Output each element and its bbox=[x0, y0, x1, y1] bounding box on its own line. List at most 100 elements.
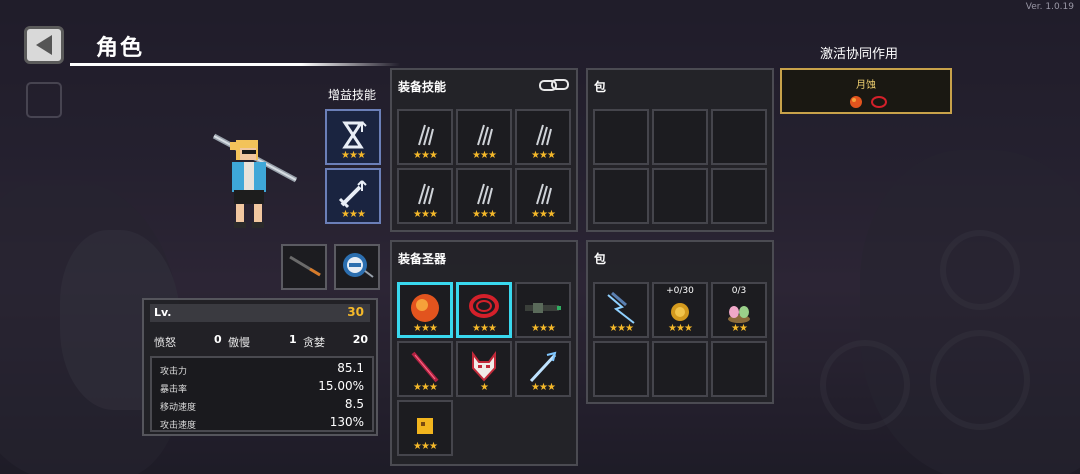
stars: ★ bbox=[480, 382, 489, 393]
page-title: 角色 bbox=[96, 36, 145, 61]
stars: ★★★ bbox=[413, 209, 438, 220]
version-label: Ver. 1.0.19 bbox=[1025, 2, 1074, 12]
equipped-relics-title: 装备圣器 bbox=[398, 252, 447, 266]
title-underline bbox=[70, 63, 400, 66]
back-button[interactable] bbox=[24, 26, 64, 64]
relic-bag-slot-5[interactable] bbox=[652, 341, 708, 397]
stars: ★★★ bbox=[472, 209, 497, 220]
relic-slot-2[interactable]: ★★★ bbox=[456, 282, 512, 338]
claw-slash-icon bbox=[536, 124, 552, 146]
spear-icon bbox=[289, 256, 321, 277]
weapon-slot-spear[interactable] bbox=[281, 244, 327, 290]
stats-panel: Lv. 30 愤怒 0 傲慢 1 贪婪 20 攻击力 85.1 暴击率 15.00%… bbox=[142, 298, 378, 436]
equipped-skill-slot-6[interactable]: ★★★ bbox=[515, 168, 571, 224]
stars: ★★★ bbox=[413, 150, 438, 161]
red-ring-icon bbox=[469, 293, 499, 318]
gold-cube-icon bbox=[417, 417, 433, 434]
stars: ★★★ bbox=[413, 323, 438, 334]
equipped-skill-slot-1[interactable]: ★★★ bbox=[397, 109, 453, 165]
sin-greed-value: 1 bbox=[289, 333, 297, 346]
equipped-skill-slot-5[interactable]: ★★★ bbox=[456, 168, 512, 224]
skill-bag-slot-2[interactable] bbox=[652, 109, 708, 165]
stars: ★★★ bbox=[413, 382, 438, 393]
weapon-slot-orb[interactable] bbox=[334, 244, 380, 290]
stat-value: 8.5 bbox=[344, 397, 364, 411]
dark-gun-icon bbox=[525, 302, 561, 313]
side-menu-icon[interactable] bbox=[26, 82, 62, 118]
stars: ★★★ bbox=[472, 150, 497, 161]
level-bar: Lv. 30 bbox=[150, 304, 370, 322]
sin-right-value: 20 bbox=[352, 333, 368, 346]
equipped-skill-slot-2[interactable]: ★★★ bbox=[456, 109, 512, 165]
equipped-skills-title: 装备技能 bbox=[398, 80, 447, 94]
claw-slash-icon bbox=[536, 183, 552, 205]
item-count: 0/3 bbox=[731, 286, 747, 296]
stat-value: 15.00% bbox=[318, 379, 364, 393]
stat-value: 85.1 bbox=[337, 361, 364, 375]
sin-pride-label: 傲慢 bbox=[228, 336, 250, 349]
equipped-skill-slot-4[interactable]: ★★★ bbox=[397, 168, 453, 224]
eggs-nest-icon bbox=[728, 306, 750, 324]
stat-label: 暴击率 bbox=[160, 385, 188, 395]
stat-row-crit: 暴击率 15.00% bbox=[160, 378, 364, 396]
gold-coin-icon bbox=[671, 303, 689, 322]
relic-bag-slot-6[interactable] bbox=[711, 341, 767, 397]
relic-bag-title: 包 bbox=[594, 252, 607, 266]
relic-bag-slot-2[interactable]: +0/30 ★★★ bbox=[652, 282, 708, 338]
buff-skill-slot-2[interactable]: ★★★ bbox=[325, 168, 381, 224]
sins-row: 愤怒 0 傲慢 1 贪婪 20 bbox=[144, 332, 376, 352]
relic-bag-slot-1[interactable]: ★★★ bbox=[593, 282, 649, 338]
skill-bag-slot-5[interactable] bbox=[652, 168, 708, 224]
fox-mask-icon bbox=[472, 350, 496, 382]
relic-slot-1[interactable]: ★★★ bbox=[397, 282, 453, 338]
stat-label: 移动速度 bbox=[160, 403, 197, 413]
stars: ★★★ bbox=[413, 441, 438, 452]
stat-row-move-speed: 移动速度 8.5 bbox=[160, 396, 364, 414]
stars: ★★★ bbox=[341, 209, 366, 220]
skill-bag-slot-1[interactable] bbox=[593, 109, 649, 165]
claw-slash-icon bbox=[418, 183, 434, 205]
relic-slot-5[interactable]: ★ bbox=[456, 341, 512, 397]
skill-bag-title: 包 bbox=[594, 80, 607, 94]
buff-skills-label: 增益技能 bbox=[328, 88, 377, 102]
skill-bag-slot-4[interactable] bbox=[593, 168, 649, 224]
back-arrow-icon bbox=[36, 35, 52, 55]
item-count: +0/30 bbox=[666, 286, 694, 296]
stars: ★★★ bbox=[341, 150, 366, 161]
equipped-skill-slot-3[interactable]: ★★★ bbox=[515, 109, 571, 165]
lightning-staff-icon bbox=[529, 351, 557, 382]
claw-slash-icon bbox=[477, 183, 493, 205]
synergy-card[interactable]: 月蚀 bbox=[780, 68, 952, 114]
stat-label: 攻击力 bbox=[160, 367, 188, 377]
stars: ★★★ bbox=[531, 323, 556, 334]
relic-bag-slot-3[interactable]: 0/3 ★★ bbox=[711, 282, 767, 338]
stars: ★★★ bbox=[531, 382, 556, 393]
lightning-claw-icon bbox=[607, 291, 635, 324]
flame-sword-icon bbox=[411, 351, 439, 383]
relic-slot-7[interactable]: ★★★ bbox=[397, 400, 453, 456]
stat-label: 攻击速度 bbox=[160, 421, 197, 431]
stars: ★★ bbox=[731, 323, 748, 334]
hourglass-up-icon bbox=[342, 121, 367, 149]
stat-row-attack-speed: 攻击速度 130% bbox=[160, 414, 364, 432]
synergy-name: 月蚀 bbox=[856, 80, 876, 91]
blue-orb-icon bbox=[343, 253, 374, 279]
sin-pride-value: 0 bbox=[214, 333, 222, 346]
skill-bag-slot-6[interactable] bbox=[711, 168, 767, 224]
stars: ★★★ bbox=[531, 150, 556, 161]
relic-slot-6[interactable]: ★★★ bbox=[515, 341, 571, 397]
buff-skill-slot-1[interactable]: ★★★ bbox=[325, 109, 381, 165]
sin-greed-label: 贪婪 bbox=[303, 336, 325, 349]
stars: ★★★ bbox=[472, 323, 497, 334]
relic-slot-4[interactable]: ★★★ bbox=[397, 341, 453, 397]
relic-bag-slot-4[interactable] bbox=[593, 341, 649, 397]
character-sprite bbox=[212, 133, 298, 228]
stat-row-attack: 攻击力 85.1 bbox=[160, 360, 364, 378]
red-ring-icon bbox=[871, 96, 887, 108]
chain-link-icon[interactable] bbox=[538, 76, 570, 94]
skill-bag-slot-3[interactable] bbox=[711, 109, 767, 165]
level-label: Lv. bbox=[154, 306, 172, 319]
relic-slot-3[interactable]: ★★★ bbox=[515, 282, 571, 338]
sword-up-icon bbox=[338, 180, 367, 208]
stars: ★★★ bbox=[531, 209, 556, 220]
